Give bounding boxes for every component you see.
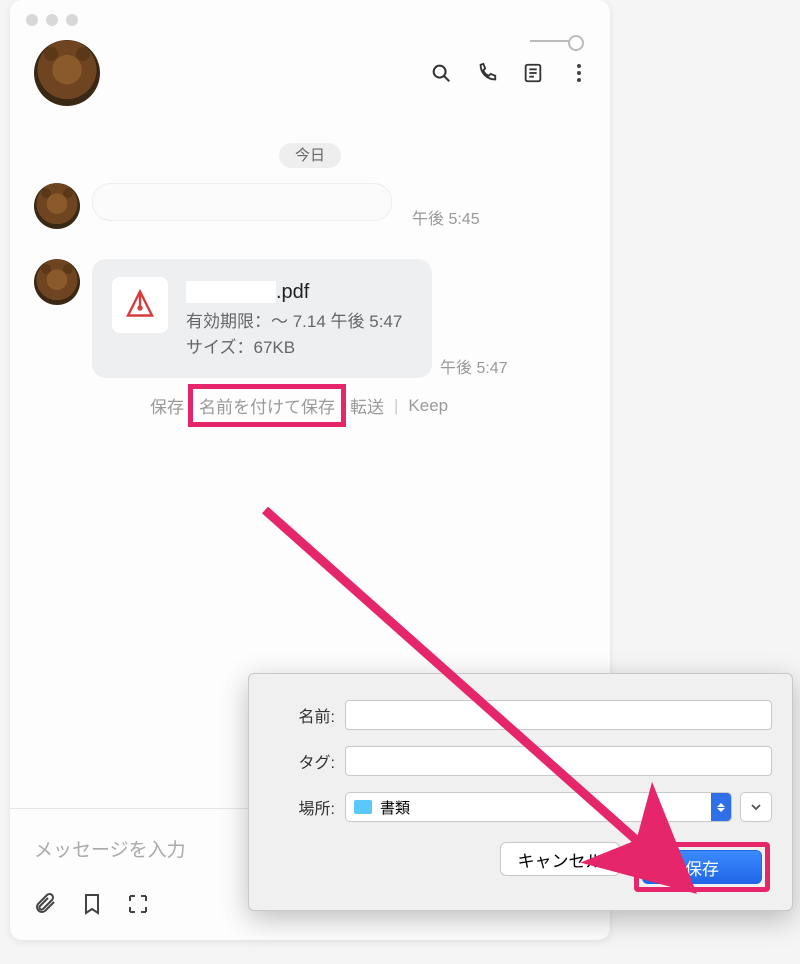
location-select[interactable]: 書類 — [345, 792, 732, 822]
select-arrows-icon — [711, 793, 731, 821]
tag-field[interactable] — [345, 746, 772, 776]
file-info: x.pdf 有効期限：～ 7.14 午後 5:47 サイズ：67KB — [186, 277, 402, 360]
attachment-icon[interactable] — [34, 892, 58, 916]
tag-label: タグ: — [249, 749, 345, 773]
save-button[interactable]: 保存 — [642, 850, 762, 884]
file-message[interactable]: x.pdf 有効期限：～ 7.14 午後 5:47 サイズ：67KB — [92, 259, 432, 378]
bookmark-icon[interactable] — [80, 892, 104, 916]
search-icon[interactable] — [430, 62, 452, 84]
close-dot[interactable] — [26, 14, 38, 26]
chat-header — [10, 30, 610, 126]
action-forward[interactable]: 転送 — [350, 393, 384, 418]
date-separator: 今日 — [34, 144, 586, 165]
message-row: 午後 5:45 — [34, 183, 586, 229]
avatar[interactable] — [34, 183, 80, 229]
action-keep[interactable]: Keep — [408, 396, 448, 416]
folder-icon — [354, 800, 372, 814]
notes-icon[interactable] — [522, 62, 544, 84]
action-save-as[interactable]: 名前を付けて保存 — [188, 384, 346, 427]
name-field[interactable] — [345, 700, 772, 730]
opacity-slider[interactable] — [530, 40, 580, 42]
pdf-icon — [112, 277, 168, 333]
action-save[interactable]: 保存 — [150, 393, 184, 418]
call-icon[interactable] — [476, 62, 498, 84]
minimize-dot[interactable] — [46, 14, 58, 26]
file-actions: 保存 名前を付けて保存 転送 | Keep — [150, 388, 508, 423]
expand-button[interactable] — [740, 792, 772, 822]
more-menu-icon[interactable] — [568, 62, 590, 84]
capture-icon[interactable] — [126, 892, 150, 916]
cancel-button[interactable]: キャンセル — [500, 842, 620, 876]
avatar[interactable] — [34, 259, 80, 305]
location-label: 場所: — [249, 795, 345, 819]
avatar[interactable] — [34, 40, 100, 106]
save-dialog: 名前: タグ: 場所: 書類 キャンセル 保存 — [248, 673, 793, 911]
message-time: 午後 5:47 — [440, 354, 508, 378]
message-bubble[interactable] — [92, 183, 392, 221]
message-row: x.pdf 有効期限：～ 7.14 午後 5:47 サイズ：67KB 午後 5:… — [34, 259, 586, 423]
file-size: サイズ：67KB — [186, 335, 402, 361]
save-highlight: 保存 — [634, 842, 770, 892]
file-expiry: 有効期限：～ 7.14 午後 5:47 — [186, 309, 402, 335]
window-traffic-lights — [10, 0, 610, 30]
name-label: 名前: — [249, 703, 345, 727]
maximize-dot[interactable] — [66, 14, 78, 26]
file-name: x.pdf — [186, 277, 402, 307]
message-time: 午後 5:45 — [412, 205, 480, 229]
